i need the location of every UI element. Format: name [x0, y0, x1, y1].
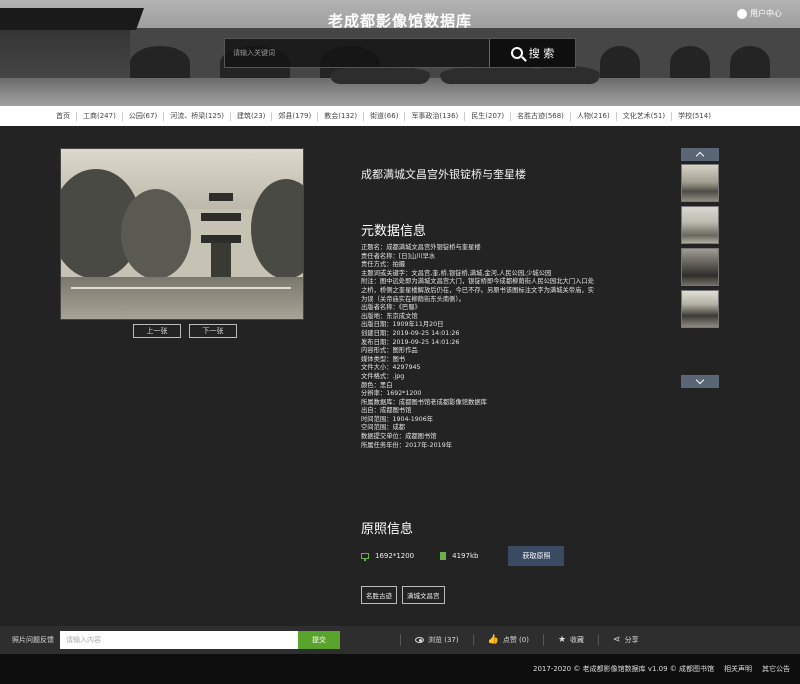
notice-link[interactable]: 其它公告	[762, 664, 790, 674]
get-original-button[interactable]: 获取原照	[508, 546, 565, 566]
site-title: 老成都影像馆数据库	[327, 12, 472, 30]
favorite-button[interactable]: ★ 收藏	[542, 634, 598, 646]
category-item[interactable]: 人物(216)	[571, 111, 617, 121]
resolution-value: 1692*1200	[375, 552, 415, 560]
category-item[interactable]: 公园(67)	[123, 111, 165, 121]
thumbnail[interactable]	[681, 290, 719, 328]
share-label: 分享	[624, 636, 639, 644]
metadata-list: 正题名：成都满城文昌宫外银锭桥与奎星楼 责任者名称：[日]山川早水 责任方式：拍…	[361, 244, 623, 450]
chevron-up-icon	[695, 151, 705, 161]
main-photo[interactable]	[60, 148, 304, 320]
favorite-label: 收藏	[570, 636, 585, 644]
prev-photo-button[interactable]: 上一张	[133, 324, 181, 338]
category-home[interactable]: 首页	[50, 111, 77, 121]
photo-title: 成都满城文昌宫外银锭桥与奎星楼	[361, 168, 526, 181]
share-button[interactable]: ⋖ 分享	[598, 634, 653, 646]
like-label: 点赞 (0)	[502, 636, 529, 644]
search-button[interactable]: 搜 索	[489, 39, 575, 67]
metadata-row: 所属任务年份：2017年-2019年	[361, 441, 452, 449]
metadata-row: 责任方式：拍摄	[361, 261, 406, 269]
user-icon	[737, 8, 747, 19]
metadata-row: 附注：图中远处即为满城文昌宫大门，银锭桥即今成都柳荫街人民公园北大门入口处	[361, 278, 594, 286]
thumb-scroll-up-button[interactable]	[681, 148, 719, 161]
original-heading: 原照信息	[361, 522, 414, 537]
metadata-heading: 元数据信息	[361, 224, 427, 239]
views-counter: 浏览 (37)	[400, 634, 473, 646]
category-item[interactable]: 名胜古迹(568)	[511, 111, 571, 121]
metadata-row: 分辨率：1692*1200	[361, 390, 422, 398]
original-info-row: 1692*1200 4197kb 获取原照	[361, 546, 565, 566]
monitor-icon	[361, 553, 369, 561]
category-item[interactable]: 工商(247)	[77, 111, 123, 121]
search-button-label: 搜 索	[528, 47, 555, 60]
copyright: 2017-2020 © 老成都影像馆数据库 v1.09 © 成都图书馆	[532, 665, 714, 673]
metadata-row: 之桥，桥侧之奎星楼解放后仍在，今已不存。另原书该图标注文字为满城关帝庙，实	[361, 286, 594, 294]
category-item[interactable]: 教会(132)	[318, 111, 365, 121]
category-nav: 首页 工商(247) 公园(67) 河流、桥梁(125) 建筑(23) 郊县(1…	[0, 106, 800, 126]
category-item[interactable]: 河流、桥梁(125)	[164, 111, 232, 121]
file-icon	[440, 552, 447, 560]
main-content: 上一张 下一张 成都满城文昌宫外银锭桥与奎星楼 元数据信息 正题名：成都满城文昌…	[0, 126, 800, 626]
feedback-submit-button[interactable]: 提交	[298, 631, 340, 649]
feedback-label: 照片问题反馈	[12, 636, 54, 644]
metadata-row: 文件大小：4297945	[361, 364, 421, 372]
thumbnail[interactable]	[681, 248, 719, 286]
search-icon	[510, 47, 523, 59]
tag-item[interactable]: 满城文昌宫	[402, 586, 445, 604]
metadata-row: 内容形式：图形作品	[361, 347, 418, 355]
tag-item[interactable]: 名胜古迹	[361, 586, 397, 604]
thumb-scroll-down-button[interactable]	[681, 375, 719, 388]
feedback-input[interactable]	[60, 631, 298, 649]
next-photo-button[interactable]: 下一张	[189, 324, 237, 338]
user-center-label: 用户中心	[750, 9, 782, 18]
category-item[interactable]: 建筑(23)	[231, 111, 273, 121]
metadata-row: 责任者名称：[日]山川早水	[361, 252, 436, 260]
metadata-row: 为误（关帝庙实在柳荫街东头南侧）。	[361, 295, 465, 303]
like-button[interactable]: 👍 点赞 (0)	[472, 634, 543, 646]
metadata-row: 所属数据库：成都图书馆老成都影像馆数据库	[361, 398, 487, 406]
metadata-row: 数据提交单位：成都图书馆	[361, 433, 437, 441]
metadata-row: 创建日期：2019-09-25 14:01:26	[361, 329, 460, 337]
share-icon: ⋖	[613, 634, 621, 645]
category-item[interactable]: 郊县(179)	[272, 111, 319, 121]
metadata-row: 出版日期：1909年11月20日	[361, 321, 444, 329]
category-item[interactable]: 街道(66)	[364, 111, 406, 121]
user-center-link[interactable]: 用户中心	[737, 8, 782, 19]
search-input[interactable]	[225, 39, 489, 67]
chevron-down-icon	[695, 375, 705, 385]
thumbnail[interactable]	[681, 164, 719, 202]
filesize-value: 4197kb	[452, 552, 479, 560]
category-item[interactable]: 文化艺术(51)	[617, 111, 673, 121]
tag-list: 名胜古迹 满城文昌宫	[361, 586, 445, 604]
category-item[interactable]: 民生(207)	[465, 111, 512, 121]
action-bar: 照片问题反馈 提交 浏览 (37) 👍 点赞 (0) ★ 收藏 ⋖ 分享	[0, 626, 800, 654]
metadata-row: 颜色：黑白	[361, 381, 393, 389]
category-item[interactable]: 军事政治(136)	[405, 111, 466, 121]
search-box: 搜 索	[224, 38, 576, 68]
views-label: 浏览 (37)	[428, 636, 459, 644]
metadata-row: 发布日期：2019-09-25 14:01:26	[361, 338, 460, 346]
star-icon: ★	[557, 634, 567, 645]
metadata-row: 出自：成都图书馆	[361, 407, 412, 415]
disclaimer-link[interactable]: 相关声明	[724, 664, 752, 674]
thumbnail[interactable]	[681, 206, 719, 244]
thumbs-up-icon: 👍	[487, 634, 499, 645]
footer: 2017-2020 © 老成都影像馆数据库 v1.09 © 成都图书馆 相关声明…	[0, 654, 800, 684]
category-item[interactable]: 学校(514)	[672, 112, 717, 121]
metadata-row: 正题名：成都满城文昌宫外银锭桥与奎星楼	[361, 244, 481, 251]
metadata-row: 空间范围：成都	[361, 424, 406, 432]
metadata-row: 文件格式：.jpg	[361, 372, 405, 380]
eye-icon	[415, 637, 424, 643]
metadata-row: 出版者名称：《巴蜀》	[361, 304, 421, 312]
